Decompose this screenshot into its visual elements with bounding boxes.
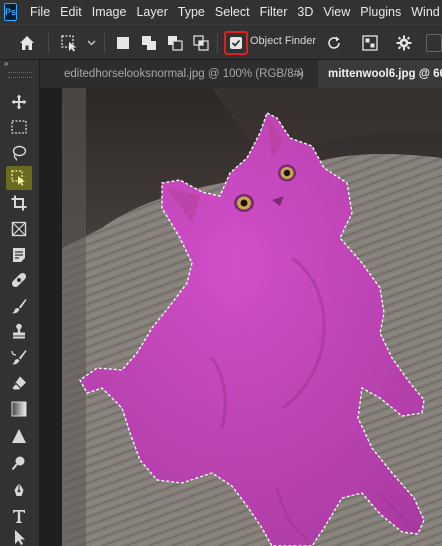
preset-dropdown[interactable] [84,32,98,54]
tab-label: mittenwool6.jpg @ 66 [328,68,442,80]
subtract-selection-icon [168,36,183,51]
tab-mittenwool6[interactable]: mittenwool6.jpg @ 66 [318,60,442,88]
settings-button[interactable] [392,32,416,54]
path-selection-tool[interactable] [6,528,32,546]
photo-canvas[interactable] [62,88,442,546]
checkbox-checked-icon [230,37,242,49]
separator [104,33,105,53]
show-all-objects-button[interactable] [358,32,382,54]
menu-select[interactable]: Select [210,0,255,24]
tool-preset-picker[interactable] [56,32,82,54]
photoshop-window: Ps File Edit Image Layer Type Select Fil… [0,0,442,546]
eraser-tool[interactable] [6,371,32,395]
menu-plugins[interactable]: Plugins [355,0,406,24]
frame-icon [11,221,27,237]
note-icon [13,248,25,262]
menu-window[interactable]: Wind [406,0,442,24]
crop-tool[interactable] [6,191,32,215]
marquee-tool[interactable] [6,115,32,139]
frame-tool[interactable] [6,243,32,267]
clone-stamp-tool[interactable] [6,319,32,343]
add-to-selection-icon [142,36,156,50]
object-selection-icon [11,170,25,186]
lasso-icon [12,145,27,161]
gradient-icon [11,401,27,417]
type-icon [13,510,25,523]
crop-icon [11,195,27,211]
intersect-selection-button[interactable] [190,32,212,54]
subtract-from-selection-button[interactable] [164,32,186,54]
history-brush-tool[interactable] [6,345,32,369]
new-selection-icon [117,37,129,49]
refresh-button[interactable] [322,32,346,54]
collapse-panel-button[interactable]: » [0,60,40,68]
move-tool[interactable] [6,90,32,114]
menu-view[interactable]: View [318,0,355,24]
document-canvas[interactable] [62,88,442,546]
refresh-icon [328,36,340,49]
options-bar: Object Finder [0,24,442,60]
brush-icon [11,299,27,314]
document-tabs: editedhorselooksnormal.jpg @ 100% (RGB/8… [40,60,442,88]
object-selection-icon [61,35,77,52]
eraser-icon [11,376,26,390]
stamp-icon [13,323,25,339]
tools-panel: » [0,60,40,546]
object-finder-label[interactable]: Object Finder [250,35,316,47]
chevron-down-icon [87,40,95,46]
dodge-icon [11,456,25,471]
menu-edit[interactable]: Edit [55,0,87,24]
menu-type[interactable]: Type [173,0,210,24]
gear-icon [396,35,412,51]
blur-tool[interactable] [6,424,32,448]
bandage-icon [11,272,27,288]
menu-bar: Ps File Edit Image Layer Type Select Fil… [0,0,442,24]
healing-brush-tool[interactable] [6,268,32,292]
arrow-icon [15,530,25,545]
carpet-shadow [62,88,86,546]
separator [48,33,49,53]
menu-file[interactable]: File [25,0,55,24]
intersect-selection-icon [193,35,209,51]
move-icon [11,94,27,110]
panel-grip[interactable] [8,72,32,78]
object-finder-checkbox[interactable] [224,31,248,55]
separator [217,33,218,53]
gradient-tool[interactable] [6,397,32,421]
menu-layer[interactable]: Layer [131,0,172,24]
close-icon[interactable]: × [297,60,304,88]
tab-editedhorselooksnormal[interactable]: editedhorselooksnormal.jpg @ 100% (RGB/8… [40,60,318,88]
photoshop-logo: Ps [4,3,18,21]
home-button[interactable] [14,32,40,54]
tab-label: editedhorselooksnormal.jpg @ 100% (RGB/8… [64,68,304,80]
menu-image[interactable]: Image [87,0,132,24]
rectangular-marquee-icon [11,120,27,134]
object-selection-tool[interactable] [6,166,32,190]
frame-tool[interactable] [6,217,32,241]
menu-filter[interactable]: Filter [255,0,293,24]
new-selection-button[interactable] [112,32,134,54]
history-brush-icon [11,350,27,365]
canvas-area[interactable] [40,88,442,546]
pen-tool[interactable] [6,478,32,502]
add-to-selection-button[interactable] [138,32,160,54]
lasso-tool[interactable] [6,141,32,165]
home-icon [20,36,34,50]
type-tool[interactable] [6,504,32,528]
brush-tool[interactable] [6,294,32,318]
dodge-tool[interactable] [6,451,32,475]
select-and-mask-button[interactable] [426,32,442,54]
pen-icon [14,483,24,496]
triangle-icon [12,429,26,443]
menu-3d[interactable]: 3D [292,0,318,24]
show-all-objects-icon [362,35,378,51]
